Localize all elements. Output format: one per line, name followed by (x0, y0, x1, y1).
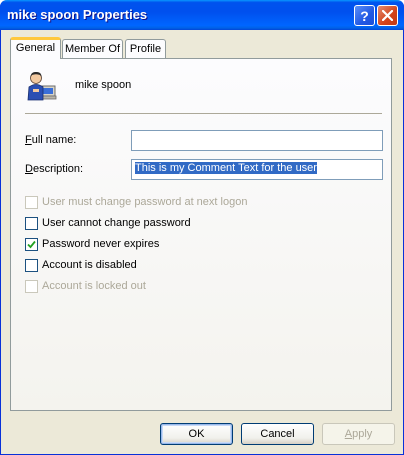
checkbox[interactable] (25, 216, 38, 230)
checkbox-row: User must change password at next logon (25, 195, 247, 209)
checkbox-label: Password never expires (42, 238, 160, 250)
tab-profile[interactable]: Profile (125, 39, 166, 59)
tab-member-of-label: Member Of (64, 43, 120, 55)
apply-button-mnemonic: A (344, 428, 353, 440)
help-button[interactable]: ? (354, 5, 375, 26)
general-tab-panel: mike spoon Full name: Description: This … (10, 58, 392, 411)
cancel-button[interactable]: Cancel (241, 423, 314, 445)
checkbox-label: Account is locked out (42, 280, 146, 292)
full-name-label-mnemonic: F (25, 134, 32, 146)
checkbox-label: User cannot change password (42, 217, 191, 229)
checkbox-row: Account is locked out (25, 279, 146, 293)
checkmark-icon (27, 240, 36, 248)
description-label: Description: (25, 163, 83, 175)
full-name-field[interactable] (131, 130, 383, 151)
ok-button[interactable]: OK (160, 423, 233, 445)
description-label-text: escription: (32, 163, 84, 175)
properties-dialog: mike spoon Properties ? General Member O… (0, 0, 404, 455)
description-label-mnemonic: D (25, 163, 33, 175)
divider (25, 113, 382, 114)
help-icon: ? (360, 7, 369, 24)
close-button[interactable] (377, 5, 398, 26)
tab-member-of[interactable]: Member Of (62, 39, 123, 59)
title-bar[interactable]: mike spoon Properties ? (0, 0, 404, 30)
close-icon (382, 10, 393, 21)
user-icon (27, 71, 57, 101)
full-name-label-text: ull name: (31, 134, 77, 146)
checkbox-label: User must change password at next logon (42, 196, 248, 208)
description-field[interactable]: This is my Comment Text for the user (131, 159, 383, 180)
checkbox (25, 195, 38, 209)
full-name-label: Full name: (25, 134, 76, 146)
apply-button[interactable]: Apply (322, 423, 395, 445)
apply-button-rest: pply (352, 428, 373, 440)
checkbox-row[interactable]: Password never expires (25, 237, 159, 251)
tab-general-label: General (15, 42, 56, 54)
checkbox-label: Account is disabled (42, 259, 137, 271)
checkbox[interactable] (25, 258, 38, 272)
tab-general[interactable]: General (10, 37, 61, 59)
checkbox[interactable] (25, 237, 38, 251)
user-display-name: mike spoon (75, 79, 132, 91)
description-field-value: This is my Comment Text for the user (135, 162, 317, 174)
window-title: mike spoon Properties (7, 7, 148, 22)
checkbox-row[interactable]: Account is disabled (25, 258, 137, 272)
checkbox-row[interactable]: User cannot change password (25, 216, 191, 230)
checkbox (25, 279, 38, 293)
tab-profile-label: Profile (129, 43, 162, 55)
